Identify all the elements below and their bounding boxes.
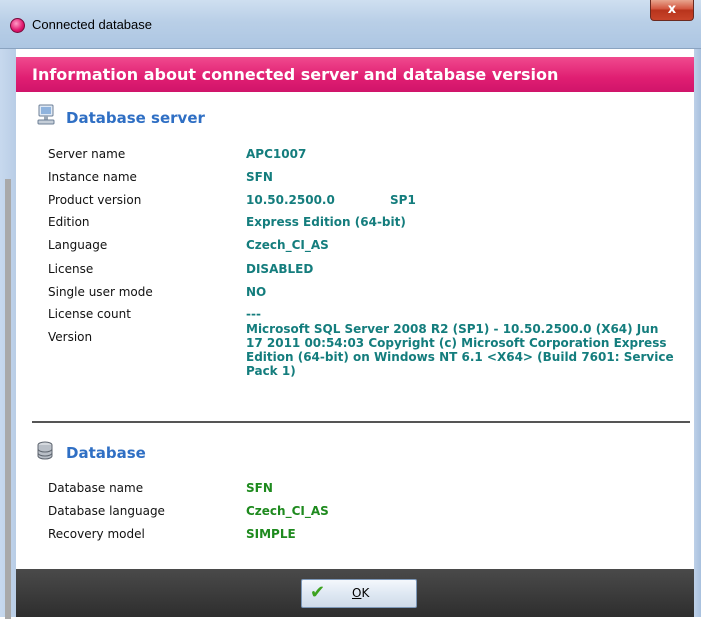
service-pack-value: SP1 [390, 193, 416, 207]
scrollbar-thumb[interactable] [5, 179, 11, 619]
edition-value: Express Edition (64-bit) [246, 215, 406, 229]
server-name-value: APC1007 [246, 147, 307, 161]
left-window-edge [0, 49, 16, 619]
database-language-value: Czech_CI_AS [246, 504, 329, 518]
check-icon: ✔ [310, 582, 326, 603]
right-window-edge [694, 49, 701, 617]
database-section-title: Database [66, 444, 146, 462]
title-bar: Connected database x [0, 0, 701, 49]
instance-name-label: Instance name [48, 170, 137, 184]
server-section-title: Database server [66, 109, 205, 127]
version-value: Microsoft SQL Server 2008 R2 (SP1) - 10.… [246, 322, 674, 378]
database-language-label: Database language [48, 504, 165, 518]
recovery-model-value: SIMPLE [246, 527, 296, 541]
ok-button[interactable]: ✔ OK [301, 579, 417, 608]
product-version-value: 10.50.2500.0 [246, 193, 335, 207]
server-name-label: Server name [48, 147, 126, 161]
edition-label: Edition [48, 215, 90, 229]
server-icon [37, 104, 55, 125]
single-user-mode-value: NO [246, 285, 267, 299]
product-version-label: Product version [48, 193, 142, 207]
instance-name-value: SFN [246, 170, 273, 184]
window-title: Connected database [32, 17, 152, 32]
single-user-mode-label: Single user mode [48, 285, 153, 299]
info-header: Information about connected server and d… [16, 57, 694, 92]
license-value: DISABLED [246, 262, 314, 276]
language-value: Czech_CI_AS [246, 238, 329, 252]
version-label: Version [48, 330, 93, 344]
database-name-label: Database name [48, 481, 144, 495]
database-icon [37, 441, 53, 460]
license-count-label: License count [48, 307, 131, 321]
section-divider [32, 421, 690, 423]
language-label: Language [48, 238, 108, 252]
license-count-value: --- [246, 307, 261, 321]
license-label: License [48, 262, 94, 276]
ok-button-label: OK [352, 586, 370, 600]
close-button[interactable]: x [650, 0, 694, 21]
database-name-value: SFN [246, 481, 273, 495]
recovery-model-label: Recovery model [48, 527, 145, 541]
app-icon [10, 18, 25, 33]
